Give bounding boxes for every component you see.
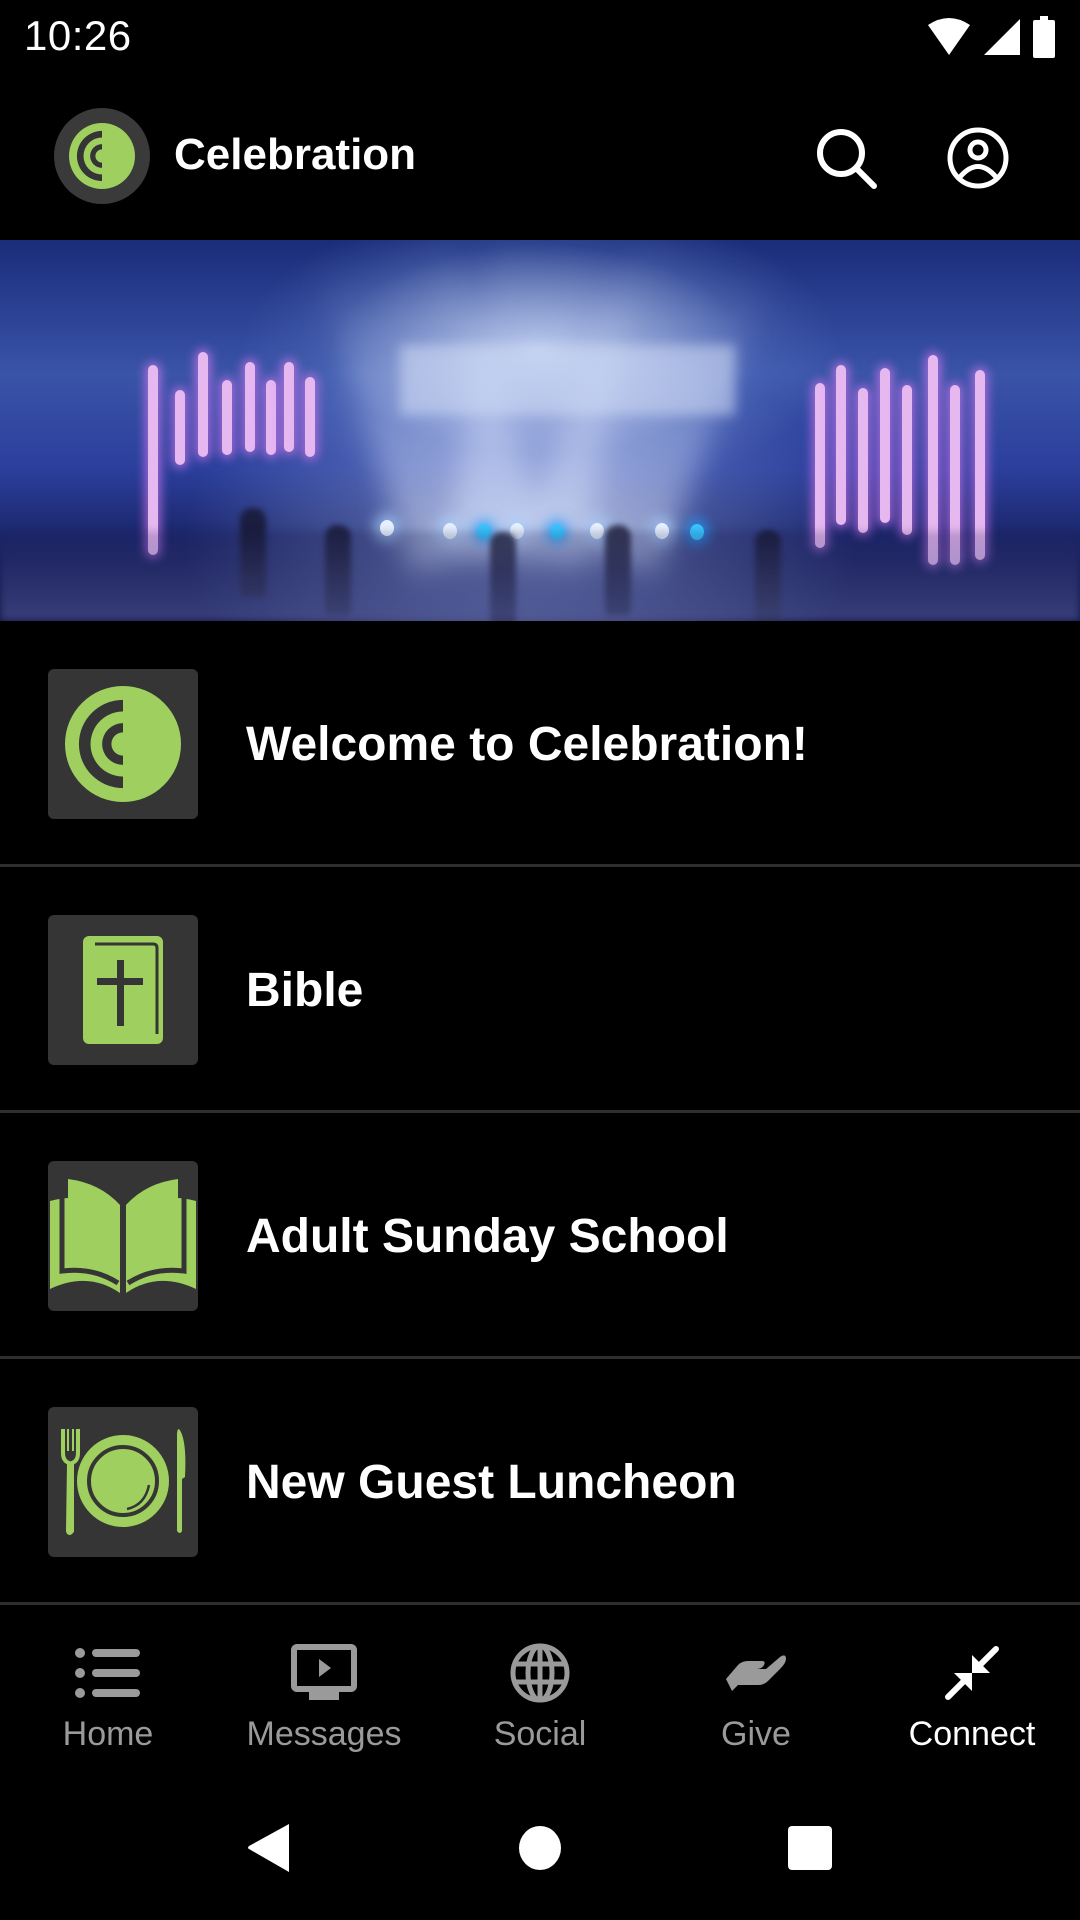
status-time: 10:26 (24, 12, 132, 59)
content-list: Welcome to Celebration! Bible Adult Sund… (0, 621, 1080, 1605)
status-bar: 10:26 (0, 0, 1080, 72)
status-icons (926, 16, 1056, 58)
nav-tab-connect[interactable]: Connect (864, 1605, 1080, 1764)
nav-tab-home[interactable]: Home (0, 1605, 216, 1764)
list-thumbnail (48, 1407, 198, 1557)
app-title: Celebration (174, 130, 417, 179)
list-thumbnail (48, 915, 198, 1065)
list-thumbnail (48, 1161, 198, 1311)
search-button[interactable] (810, 122, 882, 194)
app-bar: Celebration (0, 72, 1080, 240)
home-circle-icon (519, 1826, 561, 1870)
hero-banner-image[interactable] (0, 240, 1080, 621)
recents-square-icon (788, 1826, 832, 1870)
nav-tab-messages[interactable]: Messages (216, 1605, 432, 1764)
list-item-label: Welcome to Celebration! (246, 717, 808, 771)
list-item-label: New Guest Luncheon (246, 1455, 737, 1509)
nav-label: Home (62, 1715, 154, 1753)
system-navigation-bar (0, 1764, 1080, 1920)
battery-icon (1033, 16, 1055, 58)
giving-hand-icon (726, 1655, 786, 1691)
list-item-welcome[interactable]: Welcome to Celebration! (0, 621, 1080, 867)
list-item-adult-sunday-school[interactable]: Adult Sunday School (0, 1113, 1080, 1359)
wifi-icon (928, 18, 970, 55)
list-icon (75, 1648, 140, 1698)
nav-label: Messages (246, 1715, 402, 1753)
cellular-signal-icon (984, 19, 1020, 55)
plate-cutlery-icon (61, 1429, 186, 1535)
account-button[interactable] (942, 122, 1014, 194)
open-book-icon (50, 1179, 196, 1293)
bible-icon (83, 936, 163, 1044)
search-icon (817, 129, 877, 189)
back-triangle-icon (248, 1824, 289, 1872)
nav-label: Give (721, 1715, 791, 1753)
list-thumbnail (48, 669, 198, 819)
celebration-logo-icon (65, 686, 181, 802)
system-recents-button[interactable] (774, 1812, 846, 1884)
list-item-label: Adult Sunday School (246, 1209, 729, 1263)
celebration-logo-icon (69, 123, 135, 189)
globe-icon (510, 1643, 570, 1703)
bottom-navigation: Home Messages Social Give Connect (0, 1602, 1080, 1764)
account-circle-icon (947, 127, 1009, 189)
system-back-button[interactable] (232, 1812, 304, 1884)
video-play-icon (291, 1644, 357, 1700)
list-item-bible[interactable]: Bible (0, 867, 1080, 1113)
list-item-label: Bible (246, 963, 364, 1017)
nav-tab-give[interactable]: Give (648, 1605, 864, 1764)
system-home-button[interactable] (504, 1812, 576, 1884)
nav-label: Connect (908, 1715, 1036, 1753)
connect-arrows-icon (945, 1646, 999, 1700)
nav-tab-social[interactable]: Social (432, 1605, 648, 1764)
list-item-new-guest-luncheon[interactable]: New Guest Luncheon (0, 1359, 1080, 1605)
nav-label: Social (493, 1715, 587, 1753)
app-logo (54, 108, 150, 204)
